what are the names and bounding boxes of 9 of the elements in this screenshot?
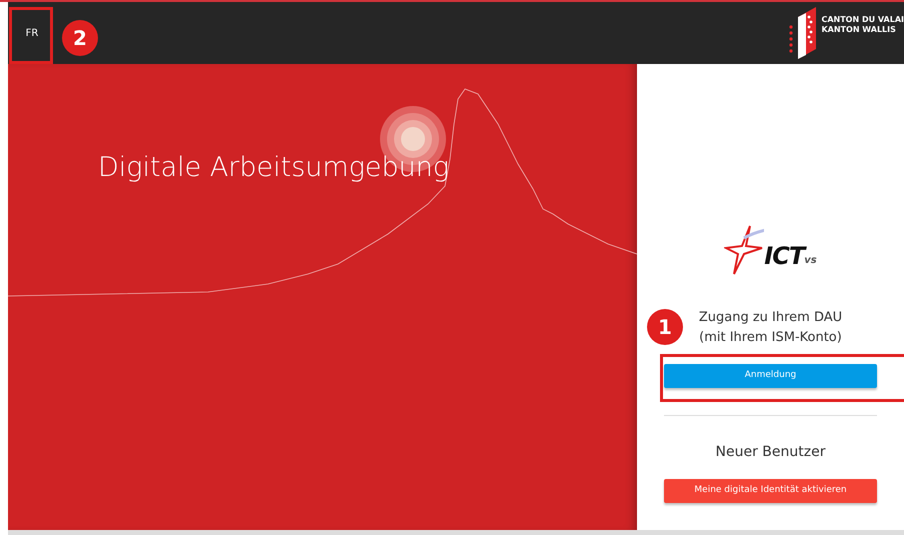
- hero-title: Digitale Arbeitsumgebung: [98, 151, 450, 185]
- language-button[interactable]: FR: [10, 6, 54, 60]
- new-user-heading: Neuer Benutzer: [716, 443, 826, 462]
- ict-logo-suffix: vs: [804, 255, 817, 268]
- access-text: Zugang zu Ihrem DAU (mit Ihrem ISM-Konto): [698, 309, 842, 347]
- canton-name: CANTON DU VALAI KANTON WALLIS: [821, 15, 904, 35]
- ict-logo-text: ICT: [764, 244, 804, 268]
- login-button[interactable]: Anmeldung: [664, 364, 877, 388]
- activate-identity-button[interactable]: Meine digitale Identität aktivieren: [664, 479, 877, 503]
